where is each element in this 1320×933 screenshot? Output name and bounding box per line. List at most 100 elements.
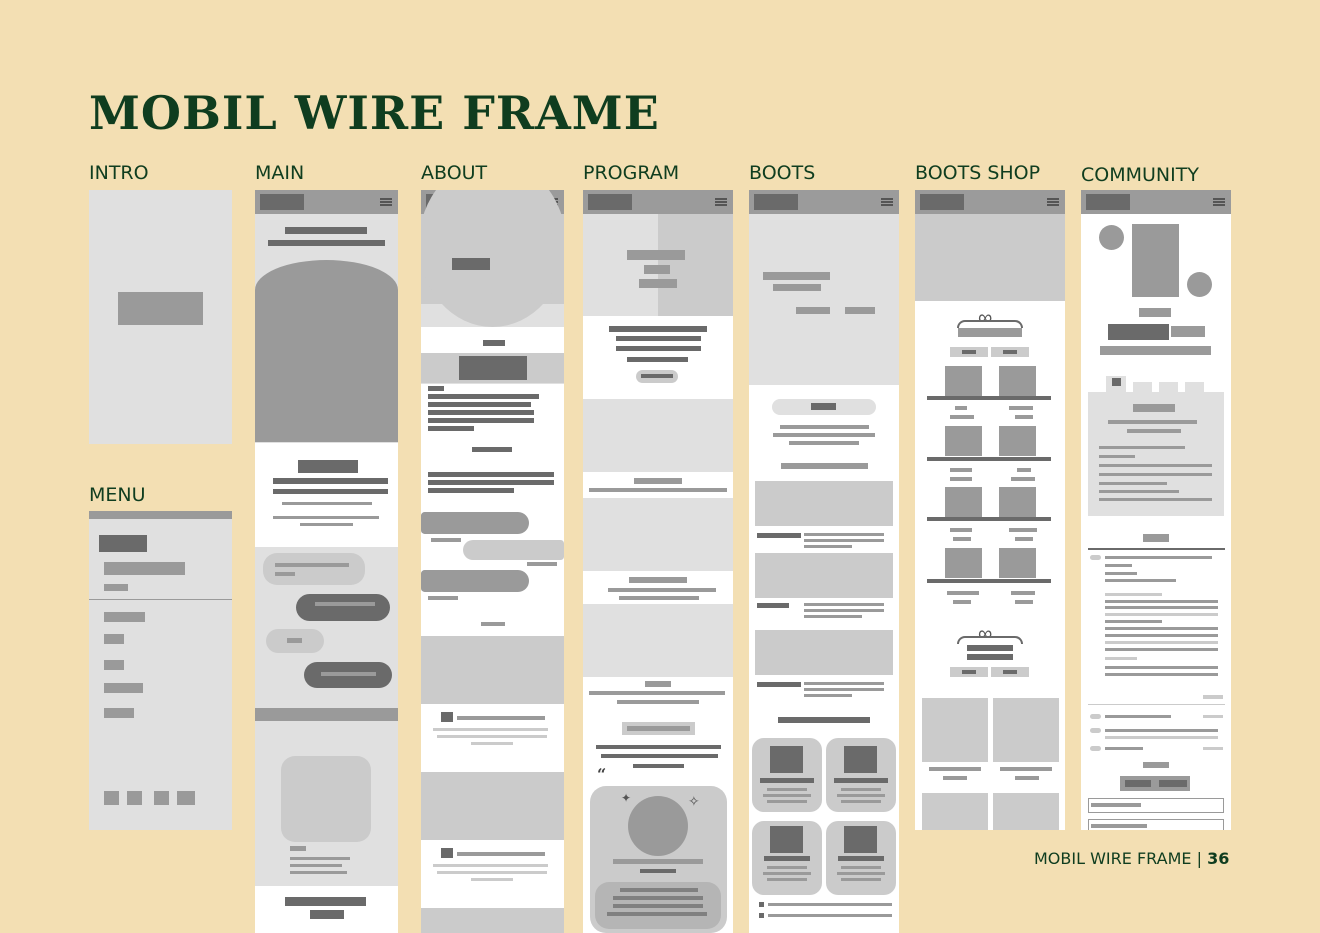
text-line [757, 603, 789, 608]
text-line [767, 788, 807, 791]
text-line [433, 728, 548, 731]
main-frame [255, 190, 398, 933]
text-line [640, 869, 676, 873]
shop-product-image [993, 698, 1059, 762]
program-header [583, 190, 733, 214]
community-button[interactable] [1159, 780, 1187, 787]
community-frame [1081, 190, 1231, 830]
text-line [1203, 715, 1223, 718]
text-line [1127, 429, 1181, 433]
text-line [273, 516, 379, 519]
page-number: 36 [1207, 849, 1230, 868]
boots-shop-frame: ∞ ∞ [915, 190, 1065, 830]
frame-label-intro: INTRO [89, 162, 149, 184]
shelf-tab-label [1003, 670, 1017, 674]
main-footer-heading [285, 897, 366, 906]
page-title: MOBIL WIRE FRAME [89, 86, 660, 140]
text-line [290, 864, 342, 867]
text-line [838, 856, 884, 861]
text-line [607, 912, 707, 916]
community-comment-title [1143, 534, 1169, 542]
text-line [273, 489, 388, 494]
text-line [428, 472, 554, 477]
text-line [780, 425, 869, 429]
menu-top-bar [89, 511, 232, 519]
text-line [290, 871, 347, 874]
chat-bubble-left [263, 553, 365, 585]
text-line [275, 563, 349, 567]
text-line [437, 871, 547, 874]
boots-frame [749, 190, 899, 933]
text-line [471, 742, 513, 745]
text-line [428, 402, 531, 407]
quote-icon: “ [597, 765, 607, 784]
footer-text: MOBIL WIRE FRAME [1034, 849, 1192, 868]
text-line [1105, 606, 1218, 609]
text-line [1105, 579, 1176, 582]
text-line [1099, 498, 1212, 501]
about-image-block [421, 772, 564, 840]
main-hero-title-line [268, 240, 385, 246]
text-line [1105, 747, 1143, 750]
text-line [1105, 715, 1171, 718]
shelf-sign-label [958, 328, 1022, 337]
text-line [273, 478, 388, 484]
shelf-tab-label [1003, 350, 1017, 354]
text-line [472, 447, 512, 452]
text-line [763, 872, 811, 875]
shelf [927, 517, 1051, 521]
text-line [282, 502, 372, 505]
community-button[interactable] [1125, 780, 1151, 787]
text-line [1105, 627, 1218, 630]
text-line [433, 864, 548, 867]
community-subheading [1171, 326, 1205, 337]
text-line [837, 794, 885, 797]
shelf-tab-label [962, 670, 976, 674]
community-circle [1099, 225, 1124, 250]
text-line [1105, 634, 1218, 637]
text-line [645, 681, 671, 687]
footer: MOBIL WIRE FRAME | 36 [1034, 849, 1229, 868]
about-card-avatar [441, 712, 453, 722]
boots-hero-image [749, 214, 899, 385]
text-line [1099, 482, 1167, 485]
text-line [837, 872, 885, 875]
text-line [290, 846, 306, 851]
hamburger-menu-icon [881, 198, 893, 200]
text-line [1105, 620, 1162, 623]
menu-item [104, 634, 124, 644]
header-logo [1086, 194, 1130, 210]
text-line [617, 700, 699, 704]
community-subtitle [1100, 346, 1211, 355]
shelf-product [999, 426, 1036, 456]
text-line [275, 572, 295, 576]
shelf-product [945, 426, 982, 456]
program-hero-subtitle [644, 265, 670, 274]
menu-item [104, 660, 124, 670]
hamburger-menu-icon [380, 198, 392, 200]
text-line [804, 533, 884, 536]
header-logo [920, 194, 964, 210]
shelf-sign [957, 636, 1023, 644]
text-line [804, 688, 884, 691]
text-line [428, 418, 534, 423]
boots-search-label [811, 403, 836, 410]
intro-frame [89, 190, 232, 444]
text-line [943, 776, 967, 780]
text-line [315, 602, 375, 606]
shelf [927, 579, 1051, 583]
chat-bubble-right [296, 594, 390, 621]
text-line [757, 533, 801, 538]
shelf-product [999, 487, 1036, 517]
sparkle-icon: ✦ [621, 791, 632, 805]
program-image-block [583, 498, 733, 571]
shelf-product [999, 548, 1036, 578]
boots-card-image [770, 746, 803, 773]
text-line [804, 603, 884, 606]
comment-avatar [1090, 555, 1101, 560]
text-line [428, 386, 444, 391]
main-header [255, 190, 398, 214]
text-line [950, 415, 974, 419]
text-line [1009, 528, 1037, 532]
main-intro-section [255, 443, 398, 547]
